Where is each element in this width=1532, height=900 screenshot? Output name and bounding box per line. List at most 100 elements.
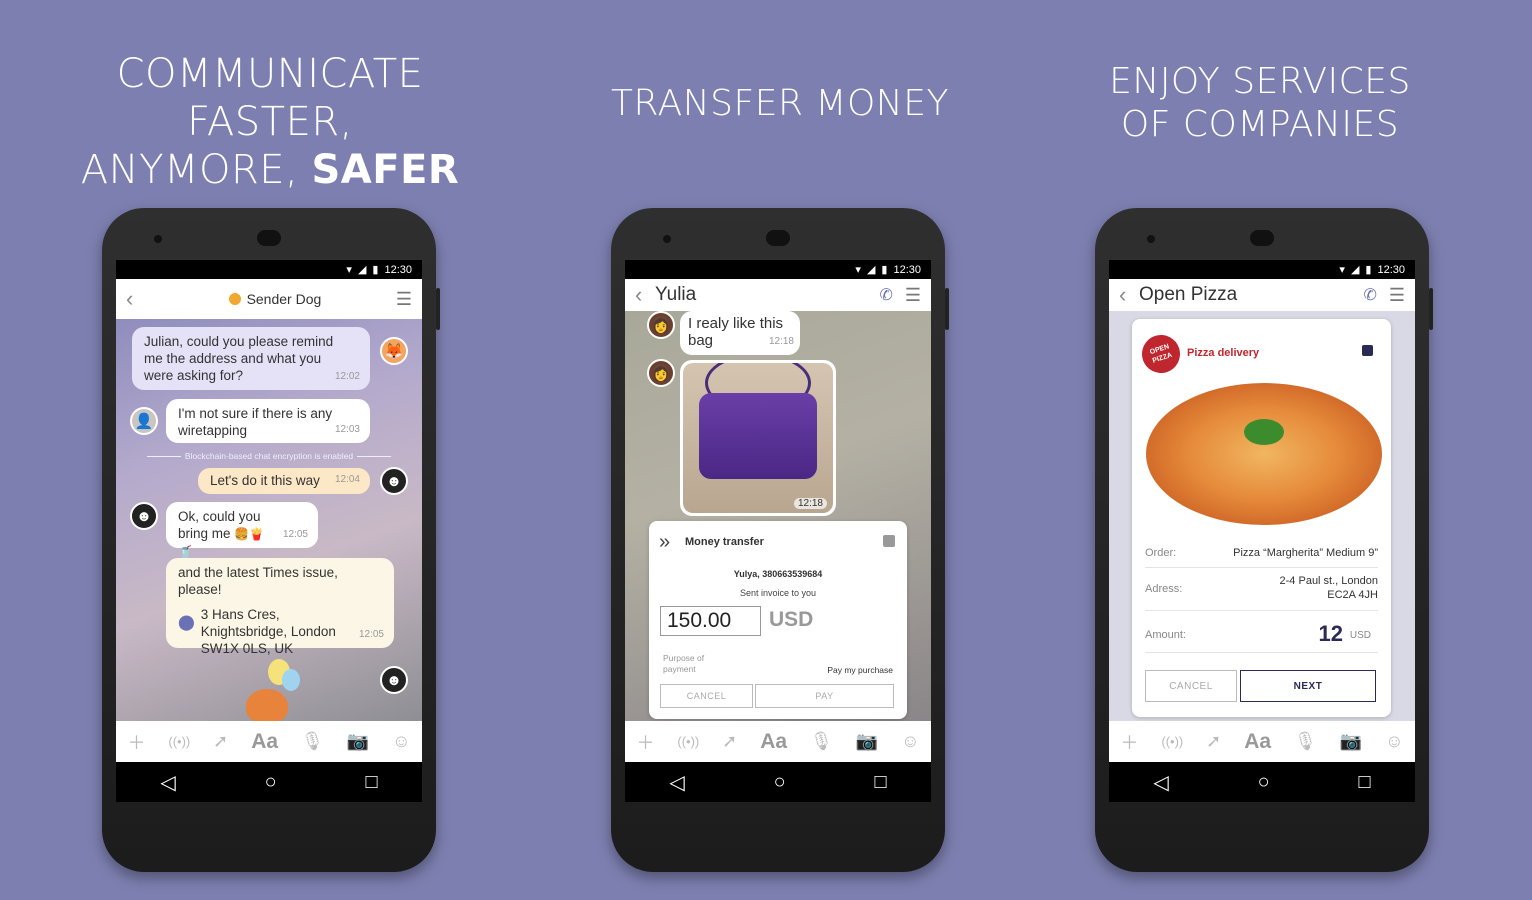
- nav-home-icon[interactable]: ○: [774, 771, 786, 794]
- screen: ▾ ◢ ▮ 12:30 ‹ Open Pizza ✆ ☰ OPEN PIZZA …: [1109, 260, 1415, 802]
- headline-right-line2: OF COMPANIES: [1120, 104, 1400, 146]
- back-icon[interactable]: ‹: [126, 286, 146, 312]
- send-location-icon[interactable]: ➚: [722, 731, 737, 752]
- call-icon[interactable]: ✆: [879, 285, 892, 305]
- microphone-icon[interactable]: 🎙: [301, 731, 324, 752]
- camera-icon[interactable]: 📷: [856, 731, 878, 752]
- avatar-mask[interactable]: ☻: [380, 666, 408, 694]
- address-block[interactable]: ⬤ 3 Hans Cres, Knightsbridge, London SW1…: [178, 606, 382, 657]
- message-bubble[interactable]: Let's do it this way 12:04: [198, 468, 370, 494]
- cancel-button[interactable]: CANCEL: [1145, 670, 1237, 702]
- emoji-icon[interactable]: ☺: [392, 731, 410, 752]
- system-nav-bar: ◁ ○ □: [625, 762, 931, 802]
- avatar-man[interactable]: 👤: [130, 407, 158, 435]
- message-time: 12:02: [334, 371, 360, 382]
- call-icon[interactable]: ✆: [1363, 285, 1376, 305]
- divider: [1145, 567, 1378, 568]
- pay-button[interactable]: PAY: [755, 684, 894, 708]
- text-format-button[interactable]: Aa: [760, 730, 787, 754]
- wifi-icon: ▾: [1339, 264, 1345, 276]
- amount-field[interactable]: 150.00: [660, 606, 761, 636]
- wifi-icon: ▾: [855, 264, 861, 276]
- menu-icon[interactable]: ☰: [396, 289, 412, 310]
- app-bar: ‹ Sender Dog ☰: [116, 279, 422, 319]
- photo-message[interactable]: 12:18: [680, 360, 836, 516]
- camera: [663, 235, 671, 243]
- camera-icon[interactable]: 📷: [1340, 731, 1362, 752]
- avatar-mask[interactable]: ☻: [380, 467, 408, 495]
- broadcast-icon[interactable]: ((•)): [677, 734, 699, 749]
- nav-back-icon[interactable]: ◁: [669, 770, 684, 795]
- pizza-image: [1146, 383, 1382, 525]
- phone-3: ▾ ◢ ▮ 12:30 ‹ Open Pizza ✆ ☰ OPEN PIZZA …: [1095, 208, 1433, 872]
- send-location-icon[interactable]: ➚: [213, 731, 228, 752]
- battery-icon: ▮: [1365, 264, 1372, 276]
- broadcast-icon[interactable]: ((•)): [168, 734, 190, 749]
- nav-recents-icon[interactable]: □: [365, 771, 377, 794]
- headline-right: ENJOY SERVICES OF COMPANIES: [1060, 60, 1460, 146]
- camera: [1147, 235, 1155, 243]
- message-time: 12:05: [358, 629, 384, 640]
- cancel-button[interactable]: CANCEL: [660, 684, 753, 708]
- chat-title: Yulia: [655, 284, 697, 305]
- text-format-button[interactable]: Aa: [1244, 730, 1271, 754]
- bag-photo: 12:18: [683, 363, 833, 513]
- message-text: I'm not sure if there is any wiretapping: [178, 406, 333, 438]
- currency-label[interactable]: USD: [769, 608, 813, 632]
- plus-icon[interactable]: ＋: [1120, 729, 1138, 755]
- message-bubble[interactable]: and the latest Times issue, please! ⬤ 3 …: [166, 558, 394, 656]
- message-bubble[interactable]: I realy like this bag 12:18: [680, 311, 800, 355]
- microphone-icon[interactable]: 🎙: [810, 731, 833, 752]
- avatar-mask[interactable]: ☻: [130, 502, 158, 530]
- chat-title-text: Sender Dog: [246, 291, 322, 307]
- chat-area: Julian, could you please remind me the a…: [116, 319, 422, 722]
- headline-left-line2-text: ANYMORE,: [80, 147, 312, 193]
- battery-icon: ▮: [372, 264, 379, 276]
- camera-icon[interactable]: 📷: [347, 731, 369, 752]
- lock-icon: [883, 535, 895, 547]
- back-icon[interactable]: ‹: [635, 282, 655, 308]
- nav-recents-icon[interactable]: □: [874, 771, 886, 794]
- purpose-value: Pay my purchase: [827, 665, 893, 675]
- address-label: Adress:: [1145, 583, 1183, 595]
- sticker[interactable]: [238, 659, 308, 722]
- power-button: [945, 288, 949, 330]
- microphone-icon[interactable]: 🎙: [1294, 731, 1317, 752]
- order-label: Order:: [1145, 547, 1177, 559]
- message-bubble[interactable]: Julian, could you please remind me the a…: [132, 327, 370, 390]
- broadcast-icon[interactable]: ((•)): [1161, 734, 1183, 749]
- avatar-fox[interactable]: 🦊: [380, 337, 408, 365]
- menu-icon[interactable]: ☰: [1389, 285, 1405, 306]
- text-format-button[interactable]: Aa: [251, 730, 278, 754]
- plus-icon[interactable]: ＋: [127, 729, 145, 755]
- status-time: 12:30: [893, 263, 921, 276]
- avatar-girl[interactable]: 👩: [647, 311, 675, 339]
- avatar-girl[interactable]: 👩: [647, 359, 675, 387]
- plus-icon[interactable]: ＋: [636, 729, 654, 755]
- phone-2: ▾ ◢ ▮ 12:30 ‹ Yulia ✆ ☰ 👩 I realy like t…: [611, 208, 949, 872]
- screen: ▾ ◢ ▮ 12:30 ‹ Yulia ✆ ☰ 👩 I realy like t…: [625, 260, 931, 802]
- nav-back-icon[interactable]: ◁: [1153, 770, 1168, 795]
- power-button: [1429, 288, 1433, 330]
- nav-back-icon[interactable]: ◁: [160, 770, 175, 795]
- emoji-icon[interactable]: ☺: [1385, 731, 1403, 752]
- purpose-label: Purpose of payment: [663, 653, 705, 674]
- message-bubble[interactable]: I'm not sure if there is any wiretapping…: [166, 399, 370, 443]
- transfer-subtitle: Sent invoice to you: [739, 588, 817, 598]
- camera: [154, 235, 162, 243]
- nav-home-icon[interactable]: ○: [1258, 771, 1270, 794]
- menu-icon[interactable]: ☰: [905, 285, 921, 306]
- send-location-icon[interactable]: ➚: [1206, 731, 1221, 752]
- back-icon[interactable]: ‹: [1119, 282, 1139, 308]
- next-button[interactable]: NEXT: [1240, 670, 1376, 702]
- address-line2: EC2A 4JH: [1327, 589, 1378, 601]
- emoji-icon[interactable]: ☺: [901, 731, 919, 752]
- nav-home-icon[interactable]: ○: [265, 771, 277, 794]
- signal-icon: ◢: [357, 264, 367, 276]
- open-pizza-logo: OPEN PIZZA: [1137, 330, 1185, 378]
- service-name: Pizza delivery: [1187, 347, 1260, 359]
- headline-left: COMMUNICATE FASTER, ANYMORE, SAFER: [40, 50, 500, 194]
- message-bubble[interactable]: Ok, could you bring me 🍔🍟🥤 12:05: [166, 502, 318, 559]
- lock-icon: [228, 293, 241, 305]
- nav-recents-icon[interactable]: □: [1358, 771, 1370, 794]
